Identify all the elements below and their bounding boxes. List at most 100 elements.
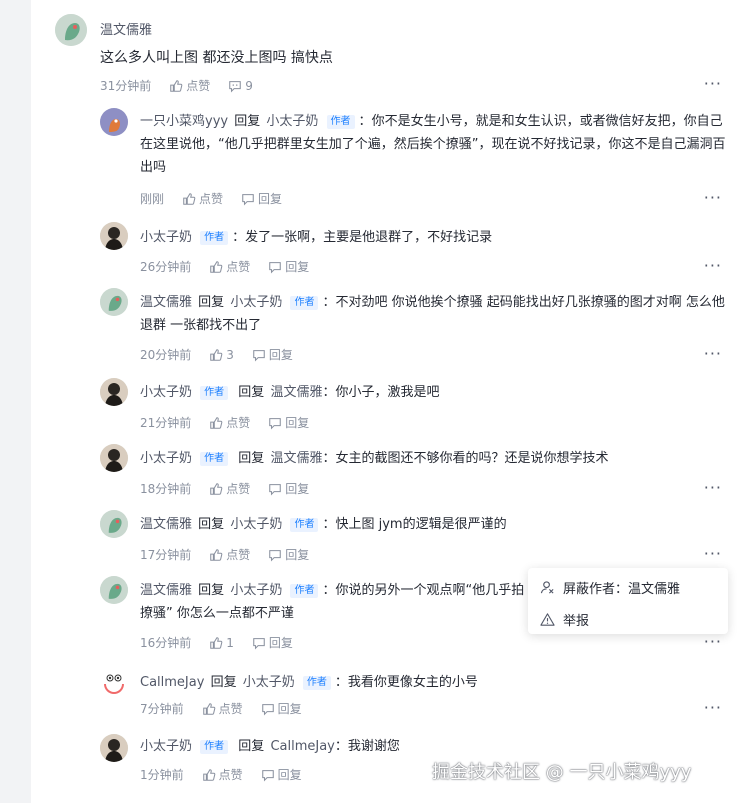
- comment-icon: [253, 349, 265, 362]
- more-icon[interactable]: ···: [704, 698, 722, 717]
- reply-author[interactable]: 一只小菜鸡yyy: [140, 114, 228, 129]
- like-button[interactable]: 点赞: [209, 480, 250, 497]
- comment-author[interactable]: 温文儒雅: [100, 19, 152, 38]
- reply-actions: 16分钟前 1 回复: [140, 634, 311, 651]
- like-label: 点赞: [218, 702, 243, 716]
- avatar-xiaotaizinai[interactable]: [100, 222, 128, 250]
- reply-time: 20分钟前: [140, 348, 192, 362]
- reply-button[interactable]: 回复: [268, 480, 309, 497]
- watermark: 掘金技术社区 @ 一只小菜鸡yyy: [432, 762, 692, 783]
- avatar-wenwenruya[interactable]: [100, 288, 128, 316]
- reply-button[interactable]: 回复: [252, 634, 293, 651]
- reply-actions: 21分钟前 点赞 回复: [140, 414, 327, 431]
- reply-word: 回复: [238, 739, 265, 754]
- reply-text: 你不是女生小号，就是和女生认识，或者微信好友把，你自己在这里说他，“他几乎把群里…: [140, 114, 726, 175]
- more-icon[interactable]: ···: [704, 632, 722, 651]
- block-user-icon: [540, 581, 554, 594]
- reply-target[interactable]: CallmeJay: [270, 739, 334, 754]
- reply-author[interactable]: 温文儒雅: [140, 583, 192, 598]
- like-button[interactable]: 点赞: [182, 190, 223, 207]
- like-button[interactable]: 点赞: [209, 546, 250, 563]
- reply-author[interactable]: 温文儒雅: [140, 517, 192, 532]
- reply-author[interactable]: 小太子奶: [140, 739, 192, 754]
- author-tag: 作者: [290, 518, 319, 532]
- reply-text: 我看你更像女主的小号: [347, 675, 478, 690]
- reply-actions: 20分钟前 3 回复: [140, 346, 311, 363]
- reply-button[interactable]: 回复: [252, 346, 293, 363]
- report-item[interactable]: 举报: [540, 610, 589, 629]
- thumbs-up-icon: [170, 79, 183, 92]
- like-button[interactable]: 点赞: [202, 700, 243, 717]
- reply-target[interactable]: 小太子奶: [230, 295, 282, 310]
- avatar-xiaotaizinai[interactable]: [100, 444, 128, 472]
- reply-label: 回复: [285, 548, 310, 562]
- avatar-yizhixiaocaiji[interactable]: [100, 108, 128, 136]
- reply-label: 回复: [285, 482, 310, 496]
- more-icon[interactable]: ···: [704, 544, 722, 563]
- avatar-wenwenruya[interactable]: [100, 510, 128, 538]
- avatar-xiaotaizinai[interactable]: [100, 734, 128, 762]
- reply-button[interactable]: 回复: [261, 766, 302, 783]
- reply-word: 回复: [238, 385, 265, 400]
- avatar-wenwenruya[interactable]: [55, 14, 87, 46]
- like-button[interactable]: 点赞: [209, 258, 250, 275]
- reply-word: 回复: [238, 451, 265, 466]
- comment-icon: [269, 417, 282, 430]
- reply-body: 小太子奶 作者 回复 温文儒雅：你小子，激我是吧: [140, 385, 440, 400]
- block-author-item[interactable]: 屏蔽作者：温文儒雅: [540, 578, 680, 597]
- comment-icon: [269, 261, 282, 274]
- reply-target[interactable]: 小太子奶: [230, 517, 282, 532]
- more-icon[interactable]: ···: [704, 256, 722, 275]
- warning-icon: [540, 613, 555, 626]
- reply-target[interactable]: 温文儒雅: [270, 385, 322, 400]
- reply-author[interactable]: 小太子奶: [140, 451, 192, 466]
- more-icon[interactable]: ···: [704, 344, 722, 363]
- reply-count-button[interactable]: 9: [228, 79, 253, 93]
- like-button[interactable]: 点赞: [209, 414, 250, 431]
- reply-text: 不对劲吧 你说他挨个撩骚 起码能找出好几张撩骚的图才对啊 怎么他退群 一张都找不…: [140, 295, 725, 333]
- author-tag: 作者: [200, 452, 229, 466]
- reply-author[interactable]: 小太子奶: [140, 385, 192, 400]
- comment-actions: 31分钟前 点赞 9: [100, 77, 271, 94]
- reply-body: 一只小菜鸡yyy 回复 小太子奶 作者 ：你不是女生小号，就是和女生认识，或者微信…: [140, 114, 726, 175]
- reply-body: CallmeJay 回复 小太子奶 作者 ：我看你更像女主的小号: [140, 675, 478, 690]
- reply-body: 温文儒雅 回复 小太子奶 作者 ：不对劲吧 你说他挨个撩骚 起码能找出好几张撩骚的…: [140, 295, 725, 333]
- reply-button[interactable]: 回复: [268, 258, 309, 275]
- block-author-label: 屏蔽作者：温文儒雅: [563, 582, 681, 597]
- thumbs-up-icon: [210, 348, 223, 361]
- reply-word: 回复: [198, 583, 225, 598]
- reply-button[interactable]: 回复: [268, 546, 309, 563]
- thumbs-up-icon: [202, 702, 215, 715]
- reply-actions: 18分钟前 点赞 回复: [140, 480, 327, 497]
- reply-button[interactable]: 回复: [261, 700, 302, 717]
- like-button[interactable]: 点赞: [202, 766, 243, 783]
- reply-button[interactable]: 回复: [268, 414, 309, 431]
- like-button[interactable]: 点赞: [169, 77, 210, 94]
- more-icon[interactable]: ···: [704, 478, 722, 497]
- reply-author[interactable]: 温文儒雅: [140, 295, 192, 310]
- like-label: 点赞: [218, 768, 243, 782]
- like-button[interactable]: 3: [209, 348, 234, 362]
- avatar-wenwenruya[interactable]: [100, 576, 128, 604]
- more-icon[interactable]: ···: [704, 188, 722, 207]
- avatar-callmejay[interactable]: [100, 668, 128, 696]
- reply-target[interactable]: 温文儒雅: [270, 451, 322, 466]
- reply-author[interactable]: 小太子奶: [140, 230, 192, 245]
- reply-author[interactable]: CallmeJay: [140, 675, 204, 690]
- reply-target[interactable]: 小太子奶: [230, 583, 282, 598]
- reply-word: 回复: [198, 517, 225, 532]
- reply-time: 1分钟前: [140, 768, 184, 782]
- reply-word: 回复: [198, 295, 225, 310]
- reply-target[interactable]: 小太子奶: [243, 675, 295, 690]
- reply-actions: 1分钟前 点赞 回复: [140, 766, 320, 783]
- reply-text: 女主的截图还不够你看的吗？还是说你想学技术: [335, 451, 609, 466]
- reply-time: 21分钟前: [140, 416, 192, 430]
- comment-icon: [253, 637, 265, 650]
- more-menu: 屏蔽作者：温文儒雅 举报: [528, 568, 728, 634]
- avatar-xiaotaizinai[interactable]: [100, 378, 128, 406]
- reply-button[interactable]: 回复: [241, 190, 282, 207]
- more-icon[interactable]: ···: [704, 74, 722, 93]
- like-button[interactable]: 1: [209, 636, 234, 650]
- reply-target[interactable]: 小太子奶: [266, 114, 318, 129]
- comment-icon: [269, 483, 282, 496]
